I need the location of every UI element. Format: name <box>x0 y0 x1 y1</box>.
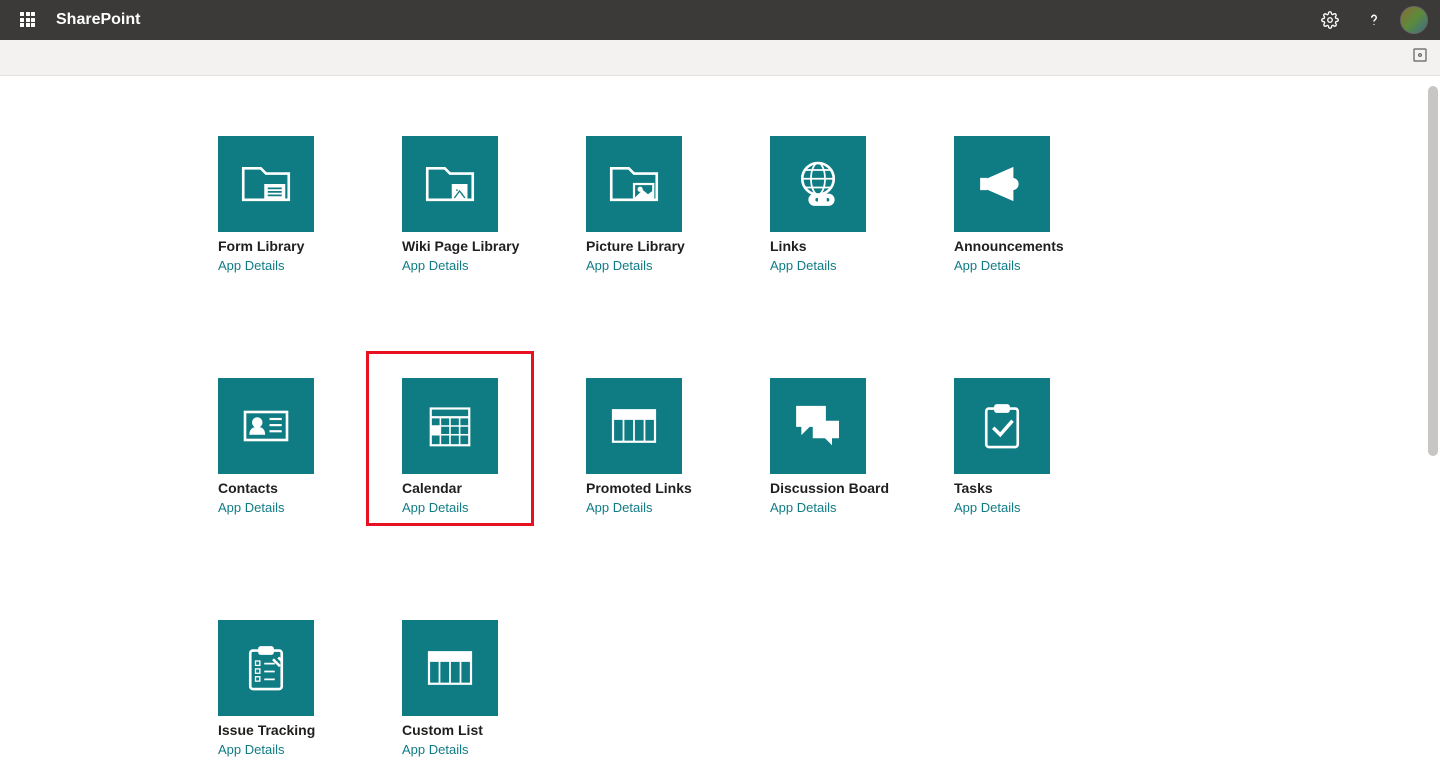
expand-icon <box>1412 47 1428 63</box>
clipboard-list-icon[interactable] <box>218 620 314 716</box>
app-tile-links: Links App Details <box>770 136 866 273</box>
app-title[interactable]: Links <box>770 238 866 254</box>
app-details-link[interactable]: App Details <box>954 500 1050 515</box>
globe-link-icon[interactable] <box>770 136 866 232</box>
app-details-link[interactable]: App Details <box>586 258 682 273</box>
app-title[interactable]: Calendar <box>402 480 498 496</box>
app-title[interactable]: Discussion Board <box>770 480 866 496</box>
scrollbar-thumb[interactable] <box>1428 86 1438 456</box>
app-tile-promoted-links: Promoted Links App Details <box>586 378 682 515</box>
help-icon <box>1365 11 1383 29</box>
megaphone-icon[interactable] <box>954 136 1050 232</box>
waffle-icon <box>20 12 36 28</box>
table-icon[interactable] <box>586 378 682 474</box>
app-tile-issue-tracking: Issue Tracking App Details <box>218 620 314 757</box>
app-details-link[interactable]: App Details <box>586 500 682 515</box>
app-details-link[interactable]: App Details <box>218 500 314 515</box>
app-title[interactable]: Form Library <box>218 238 314 254</box>
app-tile-contacts: Contacts App Details <box>218 378 314 515</box>
app-details-link[interactable]: App Details <box>954 258 1050 273</box>
app-launcher-button[interactable] <box>8 0 48 40</box>
calendar-icon[interactable] <box>402 378 498 474</box>
app-title[interactable]: Picture Library <box>586 238 682 254</box>
app-title[interactable]: Contacts <box>218 480 314 496</box>
app-details-link[interactable]: App Details <box>402 500 498 515</box>
top-bar-right <box>1312 2 1432 38</box>
app-tile-tasks: Tasks App Details <box>954 378 1050 515</box>
app-title[interactable]: Promoted Links <box>586 480 682 496</box>
help-button[interactable] <box>1356 2 1392 38</box>
focus-content-button[interactable] <box>1412 47 1428 68</box>
chat-icon[interactable] <box>770 378 866 474</box>
app-tile-calendar: Calendar App Details <box>402 378 498 515</box>
app-tile-custom-list: Custom List App Details <box>402 620 498 757</box>
contact-card-icon[interactable] <box>218 378 314 474</box>
app-tile-picture-library: Picture Library App Details <box>586 136 682 273</box>
table-icon[interactable] <box>402 620 498 716</box>
top-bar: SharePoint <box>0 0 1440 40</box>
app-title[interactable]: Tasks <box>954 480 1050 496</box>
app-details-link[interactable]: App Details <box>218 258 314 273</box>
app-title[interactable]: Wiki Page Library <box>402 238 498 254</box>
app-details-link[interactable]: App Details <box>770 258 866 273</box>
app-details-link[interactable]: App Details <box>218 742 314 757</box>
gear-icon <box>1321 11 1339 29</box>
app-title[interactable]: Issue Tracking <box>218 722 314 738</box>
brand-title[interactable]: SharePoint <box>56 11 140 29</box>
app-details-link[interactable]: App Details <box>770 500 866 515</box>
user-avatar[interactable] <box>1400 6 1428 34</box>
clipboard-check-icon[interactable] <box>954 378 1050 474</box>
ribbon-bar <box>0 40 1440 76</box>
settings-button[interactable] <box>1312 2 1348 38</box>
app-title[interactable]: Announcements <box>954 238 1050 254</box>
folder-picture-icon[interactable] <box>586 136 682 232</box>
app-details-link[interactable]: App Details <box>402 258 498 273</box>
folder-form-icon[interactable] <box>218 136 314 232</box>
app-tile-wiki-page-library: Wiki Page Library App Details <box>402 136 498 273</box>
app-tile-discussion-board: Discussion Board App Details <box>770 378 866 515</box>
app-tile-announcements: Announcements App Details <box>954 136 1050 273</box>
folder-wiki-icon[interactable] <box>402 136 498 232</box>
app-grid: Form LibraryApp DetailsWiki Page Library… <box>0 76 1100 777</box>
app-title[interactable]: Custom List <box>402 722 498 738</box>
app-tile-form-library: Form Library App Details <box>218 136 314 273</box>
scrollbar[interactable] <box>1428 76 1438 680</box>
app-details-link[interactable]: App Details <box>402 742 498 757</box>
